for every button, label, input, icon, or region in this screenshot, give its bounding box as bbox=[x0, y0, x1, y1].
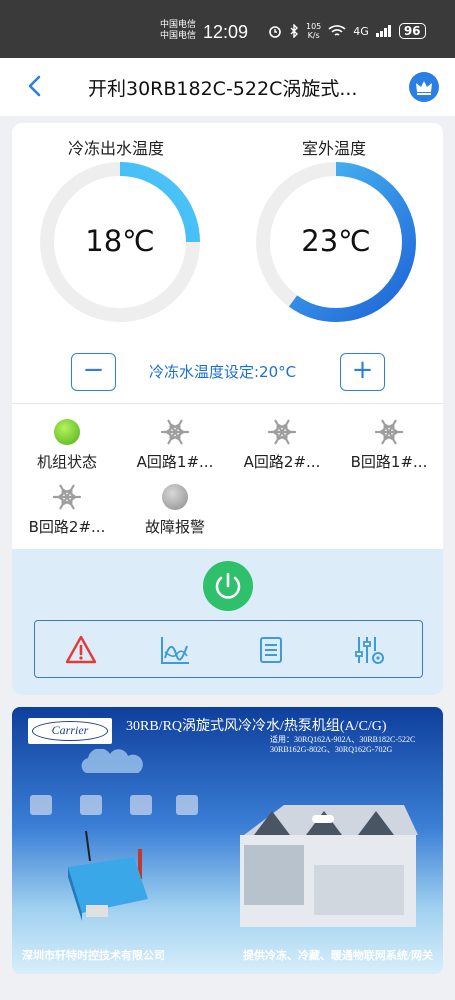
status-item-b2[interactable]: B回路2#... bbox=[12, 480, 122, 537]
status-item-a1[interactable]: A回路1#... bbox=[120, 415, 230, 472]
cloud-icon bbox=[81, 749, 143, 773]
status-item-label: A回路1#... bbox=[136, 453, 214, 471]
carrier-logo-text: Carrier bbox=[32, 721, 108, 741]
status-item-unit[interactable]: 机组状态 bbox=[12, 415, 122, 472]
gauge-value-outdoor: 23℃ bbox=[301, 224, 371, 258]
increase-setpoint-button[interactable]: + bbox=[340, 353, 385, 391]
settings-sliders-icon bbox=[355, 637, 384, 664]
status-item-label: B回路2#... bbox=[28, 518, 106, 536]
promo-banner[interactable]: Carrier 30RB/RQ涡旋式风冷冷水/热泵机组(A/C/G) 适用：30… bbox=[12, 707, 443, 974]
chiller-unit-image bbox=[240, 805, 418, 927]
clock: 12:09 bbox=[203, 22, 249, 42]
carrier-1: 中国电信 bbox=[160, 20, 197, 30]
list-button[interactable] bbox=[255, 634, 287, 666]
chevron-left-icon bbox=[28, 75, 41, 97]
gauge-outdoor: 23℃ bbox=[254, 160, 418, 324]
alarm-clock-icon bbox=[269, 26, 281, 38]
status-item-label: 故障报警 bbox=[144, 518, 205, 536]
gateway-device-image bbox=[68, 830, 148, 921]
system-icons: 105 K/s 4G 96 bbox=[268, 22, 426, 40]
status-item-fault[interactable]: 故障报警 bbox=[120, 480, 230, 537]
alarm-button[interactable] bbox=[65, 634, 97, 666]
snowflake-icon bbox=[52, 484, 82, 510]
status-bar: 中国电信 中国电信 12:09 105 K/s 4G 96 bbox=[0, 0, 455, 58]
network-speed: 105 K/s bbox=[306, 22, 321, 40]
wifi-icon bbox=[328, 25, 346, 36]
banner-footer-company: 深圳市轩特时控技术有限公司 bbox=[22, 950, 165, 962]
alarm-icon bbox=[65, 635, 97, 664]
function-toolbar bbox=[34, 620, 423, 678]
power-button[interactable] bbox=[203, 561, 253, 611]
snowflake-icon bbox=[374, 419, 404, 445]
status-item-a2[interactable]: A回路2#... bbox=[227, 415, 337, 472]
status-item-label: B回路1#... bbox=[350, 453, 428, 471]
banner-models: 适用：30RQ162A-902A、30RB182C-522C 30RB162G-… bbox=[270, 735, 416, 754]
status-item-label: A回路2#... bbox=[243, 453, 321, 471]
network-speed-unit: K/s bbox=[307, 31, 320, 40]
crown-icon bbox=[416, 81, 432, 95]
device-card: 冷冻出水温度 18℃ 室外温度 23℃ − 冷冻水温度设定:20°C + 机组状… bbox=[12, 123, 443, 695]
status-item-label: 机组状态 bbox=[36, 453, 97, 471]
vip-button[interactable] bbox=[409, 72, 439, 102]
settings-button[interactable] bbox=[353, 634, 385, 666]
trend-button[interactable] bbox=[159, 634, 191, 666]
app-header: 开利30RB182C-522C涡旋式... bbox=[0, 58, 455, 116]
page-title: 开利30RB182C-522C涡旋式... bbox=[88, 78, 358, 100]
carrier-logo: Carrier bbox=[28, 718, 112, 744]
bluetooth-icon bbox=[290, 24, 298, 38]
gauge-label-outdoor: 室外温度 bbox=[302, 139, 367, 158]
gauge-chilled-water: 18℃ bbox=[38, 160, 202, 324]
network-speed-value: 105 bbox=[306, 22, 322, 31]
back-button[interactable] bbox=[22, 72, 50, 100]
gray-dot-icon bbox=[162, 484, 188, 510]
snowflake-icon bbox=[160, 419, 190, 445]
trend-chart-icon bbox=[161, 637, 189, 664]
gauge-label-chilled-water: 冷冻出水温度 bbox=[68, 139, 165, 158]
divider bbox=[12, 403, 443, 404]
banner-footer: 深圳市轩特时控技术有限公司 提供冷冻、冷藏、暖通物联网系统/网关 bbox=[22, 947, 433, 963]
gauge-value-chilled-water: 18℃ bbox=[85, 224, 155, 258]
network-type: 4G bbox=[353, 24, 369, 38]
banner-title: 30RB/RQ涡旋式风冷冷水/热泵机组(A/C/G) bbox=[126, 719, 387, 734]
carrier-names: 中国电信 中国电信 bbox=[160, 20, 196, 42]
setpoint-text: 冷冻水温度设定:20°C bbox=[149, 363, 297, 381]
list-icon bbox=[260, 637, 282, 663]
decrease-setpoint-button[interactable]: − bbox=[71, 353, 116, 391]
status-item-b1[interactable]: B回路1#... bbox=[334, 415, 443, 472]
battery-indicator: 96 bbox=[398, 23, 426, 39]
control-panel bbox=[12, 549, 443, 695]
green-dot-icon bbox=[54, 419, 80, 445]
snowflake-icon bbox=[267, 419, 297, 445]
banner-footer-slogan: 提供冷冻、冷藏、暖通物联网系统/网关 bbox=[242, 950, 433, 962]
platform-icons bbox=[30, 795, 198, 815]
carrier-2: 中国电信 bbox=[160, 31, 197, 41]
power-icon bbox=[215, 572, 241, 599]
signal-icon bbox=[375, 25, 391, 37]
